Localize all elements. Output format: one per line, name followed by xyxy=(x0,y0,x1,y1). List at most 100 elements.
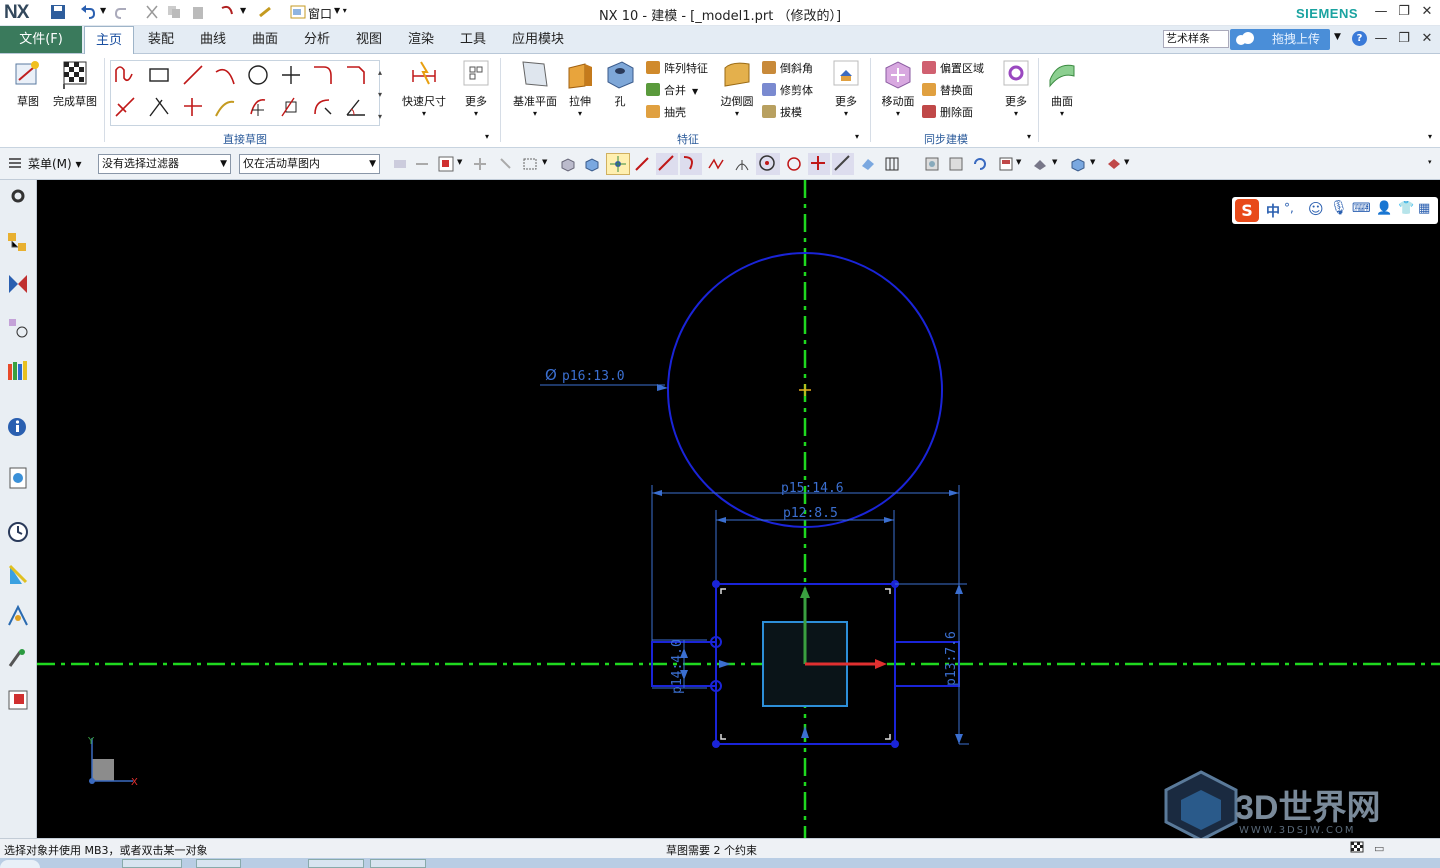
snap-point-active[interactable] xyxy=(606,153,630,175)
center-snap-active[interactable] xyxy=(756,153,780,175)
offset-curve-icon[interactable] xyxy=(214,96,236,118)
gallery-scroll-icon[interactable]: ▴ ▾ ▾ xyxy=(378,62,382,128)
surface-button[interactable]: 曲面 ▾ xyxy=(1042,58,1082,118)
constraint-navigator-icon[interactable] xyxy=(6,316,30,340)
fit-view-icon[interactable] xyxy=(924,156,940,172)
unite-dropdown-icon[interactable]: ▼ xyxy=(692,87,698,96)
feature-filter-icon[interactable] xyxy=(438,156,454,172)
quick-extend-icon[interactable] xyxy=(148,96,170,118)
tab-tools[interactable]: 工具 xyxy=(452,26,494,54)
shell-button[interactable]: 抽壳 xyxy=(646,104,686,120)
unite-button[interactable]: 合并 ▼ xyxy=(646,82,698,98)
circle-center-marker[interactable] xyxy=(799,384,811,396)
solid-body-filter-icon[interactable] xyxy=(560,156,576,172)
more-sketch-button[interactable]: 更多 ▾ xyxy=(456,58,496,118)
user-dropdown-icon[interactable]: ▼ xyxy=(1334,32,1341,42)
quick-trim-icon[interactable] xyxy=(114,96,136,118)
dim-right-height[interactable]: p13:7.6 xyxy=(944,631,959,686)
pattern-feature-button[interactable]: 阵列特征 xyxy=(646,60,708,76)
rectangle-icon[interactable] xyxy=(148,64,170,86)
gear-icon[interactable] xyxy=(6,184,30,208)
edge-blend-button[interactable]: 边倒圆 ▾ xyxy=(716,58,758,118)
hole-button[interactable]: 孔 xyxy=(602,58,638,109)
fillet-icon[interactable] xyxy=(312,64,334,86)
extrude-button[interactable]: 拉伸 ▾ xyxy=(562,58,598,118)
start-button[interactable] xyxy=(0,860,40,868)
quick-dimension-dropdown-icon[interactable]: ▾ xyxy=(398,109,450,118)
user-icon[interactable]: 👤 xyxy=(1376,201,1392,216)
trim-body-button[interactable]: 修剪体 xyxy=(762,82,813,98)
tab-curve[interactable]: 曲线 xyxy=(192,26,234,54)
dim-outer-width[interactable]: p15:14.6 xyxy=(781,481,844,496)
web-browser-icon[interactable] xyxy=(6,466,30,490)
datum-plane-dropdown-icon[interactable]: ▾ xyxy=(508,109,562,118)
offset-region-button[interactable]: 偏置区域 xyxy=(922,60,984,76)
midpoint-snap-active[interactable] xyxy=(656,153,678,175)
keyboard-icon[interactable]: ⌨ xyxy=(1352,201,1371,216)
more-sketch-dropdown-icon[interactable]: ▾ xyxy=(456,109,496,118)
intersection-snap-icon[interactable] xyxy=(708,156,724,172)
chamfer-sketch-icon[interactable] xyxy=(345,64,367,86)
taskbar-item[interactable] xyxy=(196,859,241,868)
pattern-curve-icon[interactable] xyxy=(247,96,269,118)
line-icon[interactable] xyxy=(182,64,204,86)
point-on-curve-active[interactable] xyxy=(808,153,830,175)
orient-view-icon[interactable] xyxy=(998,156,1014,172)
taskbar-item[interactable] xyxy=(308,859,364,868)
snap-settings-icon[interactable] xyxy=(472,156,488,172)
more-feature-button[interactable]: 更多 ▾ xyxy=(826,58,866,118)
graphics-window[interactable]: Ø p16:13.0 p15:14.6 p12:8.5 p14:4.0 p13:… xyxy=(37,180,1440,840)
doc-restore-button[interactable]: ❐ xyxy=(1395,31,1413,47)
move-face-button[interactable]: 移动面 ▾ xyxy=(876,58,920,118)
circle-icon[interactable] xyxy=(247,64,269,86)
roles-icon[interactable] xyxy=(6,688,30,712)
more-sync-dropdown-icon[interactable]: ▾ xyxy=(996,109,1036,118)
render-style-icon[interactable] xyxy=(1032,156,1048,172)
process-studio-icon[interactable] xyxy=(6,604,30,628)
doc-minimize-button[interactable]: — xyxy=(1372,31,1390,47)
doc-close-button[interactable]: ✕ xyxy=(1418,31,1436,47)
point-on-face-icon[interactable] xyxy=(860,156,876,172)
tab-home[interactable]: 主页 xyxy=(84,26,134,54)
datum-plane-button[interactable]: 基准平面 ▾ xyxy=(508,58,562,118)
dim-inner-width[interactable]: p12:8.5 xyxy=(783,506,838,521)
skin-icon[interactable]: 👕 xyxy=(1398,201,1414,216)
assembly-navigator-icon[interactable] xyxy=(6,272,30,296)
dim-circle-diameter[interactable]: p16:13.0 xyxy=(562,369,625,384)
finish-sketch-button[interactable]: 完成草图 xyxy=(50,58,100,109)
zoom-icon[interactable] xyxy=(948,156,964,172)
finish-flag-icon[interactable] xyxy=(1350,841,1364,855)
manufacturing-wizard-icon[interactable] xyxy=(6,646,30,670)
adjustable-offset-icon[interactable] xyxy=(312,96,334,118)
section-dropdown-icon[interactable]: ▼ xyxy=(1090,158,1095,166)
endpoint-snap-icon[interactable] xyxy=(634,156,650,172)
tab-analysis[interactable]: 分析 xyxy=(296,26,338,54)
assembly-filter-icon[interactable] xyxy=(414,156,430,172)
punctuation-icon[interactable]: °, xyxy=(1284,201,1294,215)
quadrant-snap-icon[interactable] xyxy=(734,156,750,172)
draft-button[interactable]: 拔模 xyxy=(762,104,802,120)
edit-section-icon[interactable] xyxy=(1070,156,1086,172)
tab-applications[interactable]: 应用模块 xyxy=(504,26,572,54)
make-corner-icon[interactable] xyxy=(182,96,204,118)
arc-icon[interactable] xyxy=(214,64,236,86)
history-clock-icon[interactable] xyxy=(6,520,30,544)
rotate-icon[interactable] xyxy=(972,156,988,172)
reuse-library-icon[interactable] xyxy=(6,358,30,382)
minimize-button[interactable]: — xyxy=(1372,4,1390,20)
selection-option-icon[interactable] xyxy=(392,156,408,172)
part-navigator-icon[interactable] xyxy=(6,230,30,254)
bounded-grid-icon[interactable] xyxy=(884,156,900,172)
tab-surface[interactable]: 曲面 xyxy=(244,26,286,54)
ime-lang-toggle[interactable]: 中 xyxy=(1266,201,1280,221)
ime-toolbar[interactable]: S 中 °, ☺ 🎙 ⌨ 👤 👕 ▦ xyxy=(1232,197,1438,224)
show-dropdown-icon[interactable]: ▼ xyxy=(1124,158,1129,166)
upload-button[interactable]: 拖拽上传 xyxy=(1230,29,1330,50)
render-dropdown-icon[interactable]: ▼ xyxy=(1052,158,1057,166)
info-icon[interactable] xyxy=(6,414,30,438)
sync-group-expander[interactable]: ▾ xyxy=(1027,132,1031,141)
select-by-area-icon[interactable] xyxy=(498,156,514,172)
sketch-viewport[interactable]: Ø p16:13.0 p15:14.6 p12:8.5 p14:4.0 p13:… xyxy=(37,180,1440,838)
point-icon[interactable] xyxy=(280,64,302,86)
circle-snap-icon[interactable] xyxy=(786,156,802,172)
